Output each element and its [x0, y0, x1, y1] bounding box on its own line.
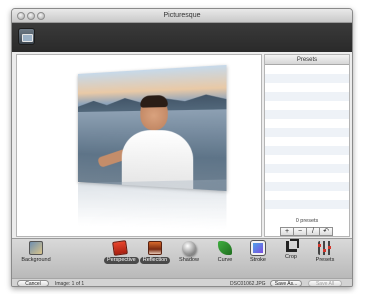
- preview-canvas: [16, 54, 262, 237]
- preview-photo: [78, 65, 227, 191]
- add-preset-button[interactable]: +: [280, 227, 294, 236]
- save-as-button[interactable]: Save As...: [270, 280, 302, 287]
- save-all-button[interactable]: Save All: [308, 280, 342, 287]
- tool-shadow[interactable]: Shadow: [173, 241, 205, 263]
- revert-preset-button[interactable]: ↶: [319, 227, 333, 236]
- crop-icon: [286, 241, 297, 252]
- shadow-icon: [182, 241, 196, 255]
- curve-icon: [218, 241, 232, 255]
- presets-list[interactable]: [265, 65, 349, 217]
- tool-presets[interactable]: Presets: [309, 241, 341, 263]
- stroke-icon: [251, 241, 265, 255]
- status-bar: Cancel Image: 1 of 1 DSC01062.JPG Save A…: [12, 278, 352, 287]
- tool-crop[interactable]: Crop: [275, 241, 307, 260]
- background-icon: [29, 241, 43, 255]
- reflection-icon: [148, 241, 162, 255]
- tool-perspective[interactable]: Perspective: [104, 241, 136, 264]
- tool-curve[interactable]: Curve: [209, 241, 241, 263]
- presets-panel: Presets 0 presets + − / ↶: [264, 54, 350, 237]
- perspective-icon: [112, 240, 128, 256]
- presets-header: Presets: [265, 55, 349, 65]
- edit-preset-button[interactable]: /: [306, 227, 320, 236]
- image-counter: Image: 1 of 1: [55, 281, 84, 287]
- window-title: Picturesque: [12, 12, 352, 19]
- effects-toolbar: Background Perspective Reflection Shadow…: [12, 238, 352, 278]
- tool-stroke[interactable]: Stroke: [242, 241, 274, 263]
- photo-reflection: [78, 179, 227, 228]
- presets-sliders-icon: [318, 241, 332, 255]
- title-bar: Picturesque: [12, 9, 352, 23]
- cancel-button[interactable]: Cancel: [17, 280, 49, 287]
- top-toolbar: [12, 23, 352, 52]
- presets-count: 0 presets: [265, 218, 349, 224]
- remove-preset-button[interactable]: −: [293, 227, 307, 236]
- app-window: Picturesque Presets 0 presets + − / ↶ Ba…: [11, 8, 353, 287]
- tool-reflection[interactable]: Reflection: [139, 241, 171, 264]
- image-browser-icon[interactable]: [18, 28, 35, 45]
- tool-background[interactable]: Background: [20, 241, 52, 263]
- current-filename: DSC01062.JPG: [230, 281, 266, 287]
